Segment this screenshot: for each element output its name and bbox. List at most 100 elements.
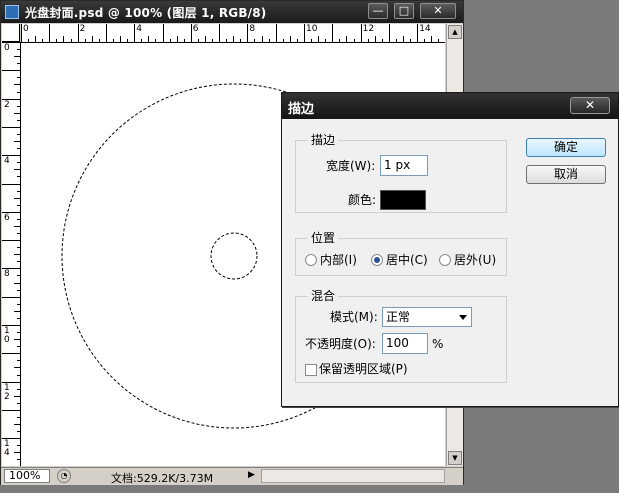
ruler-tick	[49, 24, 51, 42]
dialog-title: 描边	[288, 102, 315, 117]
ruler-tick	[318, 36, 320, 42]
ruler-number: 10	[306, 24, 318, 34]
blend-mode-select[interactable]: 正常	[382, 307, 472, 327]
radio-center-label[interactable]: 居中(C)	[386, 252, 428, 268]
ruler-tick	[17, 247, 20, 249]
ruler-tick	[14, 225, 20, 227]
zoom-field[interactable]: 100%	[4, 469, 50, 483]
ruler-tick	[14, 141, 20, 143]
document-titlebar[interactable]: 光盘封面.psd @ 100% (图层 1, RGB/8) — □ ✕	[1, 1, 463, 23]
ruler-tick	[134, 24, 136, 42]
ruler-tick	[2, 183, 20, 185]
ruler-tick	[14, 339, 20, 341]
ruler-tick	[169, 39, 171, 42]
radio-inside[interactable]	[305, 254, 317, 266]
ruler-tick	[14, 424, 20, 426]
ruler-tick	[226, 39, 228, 42]
position-group-label: 位置	[308, 231, 339, 245]
dialog-titlebar[interactable]: 描边 ✕	[282, 93, 618, 119]
ruler-tick	[353, 39, 355, 42]
radio-inside-label[interactable]: 内部(I)	[320, 252, 357, 268]
dialog-close-button[interactable]: ✕	[570, 97, 610, 114]
chevron-down-icon	[459, 315, 467, 320]
ruler-number: 4	[4, 156, 10, 167]
ruler-tick	[17, 190, 20, 192]
ruler-tick	[424, 39, 426, 42]
radio-outside-label[interactable]: 居外(U)	[454, 252, 496, 268]
radio-outside[interactable]	[439, 254, 451, 266]
ruler-tick	[2, 296, 20, 298]
ruler-tick	[17, 289, 20, 291]
width-label: 宽度(W):	[326, 159, 376, 173]
ruler-tick	[268, 39, 270, 42]
ruler-tick	[63, 36, 65, 42]
ruler-tick	[14, 310, 20, 312]
maximize-button[interactable]: □	[394, 3, 414, 19]
ruler-tick	[17, 317, 20, 319]
ruler-tick	[14, 254, 20, 256]
ruler-tick	[17, 303, 20, 305]
ruler-tick	[2, 70, 20, 72]
ruler-tick	[438, 39, 440, 42]
position-group: 位置 内部(I) 居中(C) 居外(U)	[295, 231, 507, 276]
ruler-number: 8	[249, 24, 256, 34]
color-label: 颜色:	[348, 193, 377, 207]
ruler-tick	[374, 36, 376, 42]
stroke-color-swatch[interactable]	[380, 190, 426, 210]
mode-label: 模式(M):	[330, 310, 378, 324]
ruler-tick	[14, 56, 20, 58]
cancel-button[interactable]: 取消	[526, 165, 606, 184]
close-button[interactable]: ✕	[420, 3, 456, 19]
preserve-transparency-label[interactable]: 保留透明区域(P)	[319, 361, 408, 377]
ruler-tick	[183, 39, 185, 42]
ruler-tick	[17, 233, 20, 235]
scroll-down-arrow-icon[interactable]: ▼	[448, 451, 462, 465]
ruler-tick	[381, 39, 383, 42]
ruler-number: 0	[23, 24, 29, 34]
status-menu-arrow-icon[interactable]: ▶	[248, 470, 255, 480]
ruler-tick	[17, 332, 20, 334]
ruler-tick	[17, 388, 20, 390]
radio-center[interactable]	[371, 254, 383, 266]
horizontal-ruler[interactable]: 0 2 4 6 8 10 12 14	[21, 24, 445, 43]
ruler-tick	[17, 49, 20, 51]
ruler-tick	[2, 126, 20, 128]
ok-button[interactable]: 确定	[526, 138, 606, 157]
navigator-icon[interactable]: ◔	[57, 469, 71, 483]
ruler-tick	[17, 148, 20, 150]
ruler-tick	[14, 112, 20, 114]
ruler-tick	[240, 39, 242, 42]
document-size-info: 文档:529.2K/3.73M	[111, 472, 214, 485]
preserve-transparency-checkbox[interactable]	[305, 364, 317, 376]
ruler-tick	[17, 91, 20, 93]
stroke-dialog: 描边 ✕ 描边 宽度(W): 1 px 颜色: 位置 内部(I) 居中(C) 居…	[281, 92, 619, 407]
vertical-ruler[interactable]: 0 2 4 6 8 1 0 1 2 1 4	[2, 42, 21, 466]
ruler-tick	[325, 39, 327, 42]
ruler-tick	[275, 24, 277, 42]
ruler-tick	[311, 39, 313, 42]
ruler-tick	[212, 39, 214, 42]
ruler-tick	[304, 24, 305, 42]
scroll-up-arrow-icon[interactable]: ▲	[448, 25, 462, 39]
blend-group-label: 混合	[308, 289, 339, 303]
ruler-origin[interactable]	[2, 24, 20, 42]
ruler-number: 1 0	[4, 326, 10, 345]
ruler-number: 8	[4, 269, 10, 280]
horizontal-scrollbar[interactable]	[261, 469, 445, 483]
ruler-tick	[254, 39, 256, 42]
ruler-tick	[190, 24, 192, 42]
ruler-tick	[17, 133, 20, 135]
stroke-width-input[interactable]: 1 px	[380, 155, 428, 176]
ruler-number: 0	[4, 43, 10, 53]
ruler-tick	[14, 452, 20, 454]
ruler-tick	[120, 36, 122, 42]
minimize-button[interactable]: —	[368, 3, 388, 19]
inner-hole-selection	[210, 232, 258, 280]
ruler-tick	[17, 275, 20, 277]
ruler-tick	[21, 24, 22, 42]
ruler-tick	[105, 24, 107, 42]
opacity-input[interactable]: 100	[382, 333, 428, 354]
ruler-tick	[176, 36, 178, 42]
ruler-number: 6	[192, 24, 199, 34]
ruler-tick	[162, 24, 164, 42]
